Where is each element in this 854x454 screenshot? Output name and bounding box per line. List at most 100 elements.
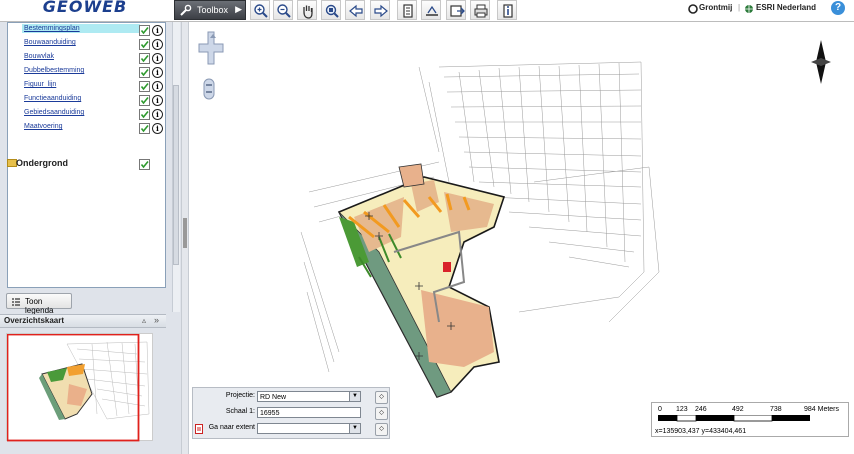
scale-bar: 0 123 246 492 738 984 Meters x=135903,437 y=4…: [651, 402, 849, 437]
layer-item-dubbelbestemming[interactable]: Dubbelbestemming: [24, 67, 84, 74]
help-button[interactable]: ?: [831, 1, 845, 15]
check-icon: [140, 54, 149, 63]
scale-apply-button[interactable]: ◇: [375, 407, 388, 420]
layer-checkbox[interactable]: [139, 95, 150, 106]
measure-icon: [426, 5, 438, 16]
diamond-icon: ◇: [379, 394, 384, 400]
plan-area: [337, 163, 506, 398]
layer-checkbox[interactable]: [139, 81, 150, 92]
layer-checkbox[interactable]: [139, 123, 150, 134]
extent-select[interactable]: ▼: [257, 423, 361, 434]
check-icon: [140, 82, 149, 91]
layer-item-gebiedsaanduiding[interactable]: Gebiedsaanduiding: [24, 109, 84, 116]
layer-checkbox[interactable]: [139, 109, 150, 120]
geoweb-logo: GEOWEB: [42, 0, 128, 16]
overview-map[interactable]: [6, 333, 153, 442]
next-extent-button[interactable]: [370, 0, 390, 20]
info-icon[interactable]: i: [152, 109, 163, 120]
measure-button[interactable]: [421, 0, 441, 20]
scale-label: Schaal 1:: [225, 408, 255, 415]
layer-item-bouwaanduiding[interactable]: Bouwaanduiding: [24, 39, 76, 46]
check-icon: [140, 160, 149, 169]
map-settings-form: Projectie: RD New ▼ ◇ Schaal 1: 16955 ◇ …: [192, 387, 390, 439]
layer-checkbox[interactable]: [139, 53, 150, 64]
check-icon: [140, 26, 149, 35]
layer-group-ondergrond[interactable]: Ondergrond: [16, 158, 68, 168]
north-arrow-icon: [811, 40, 831, 84]
chevron-down-icon: ▼: [349, 392, 360, 401]
check-icon: [140, 40, 149, 49]
zoom-out-icon: [277, 4, 291, 18]
info-icon[interactable]: i: [152, 81, 163, 92]
export-button[interactable]: [446, 0, 466, 20]
zoom-in-icon: [254, 4, 268, 18]
identify-icon: [403, 4, 413, 18]
forward-arrow-icon: [374, 4, 388, 18]
toolbox-button[interactable]: Toolbox ▶: [174, 0, 246, 20]
wrench-icon: [180, 4, 192, 16]
zoom-in-button[interactable]: [250, 0, 270, 20]
projection-label: Projectie:: [225, 392, 255, 399]
collapse-icon[interactable]: ▵: [142, 316, 146, 325]
scale-label-0: 0: [658, 406, 662, 413]
info-icon: [503, 4, 513, 18]
projection-select[interactable]: RD New ▼: [257, 391, 361, 402]
scale-label-4: 738: [770, 406, 782, 413]
pan-button[interactable]: [297, 0, 317, 20]
top-toolbar: GEOWEB Toolbox ▶ Grontmij | ESRI Nederla…: [0, 0, 854, 22]
info-button[interactable]: [497, 0, 517, 20]
overview-title: Overzichtskaart: [4, 316, 65, 325]
show-legend-button[interactable]: Toon legenda: [6, 293, 72, 315]
esri-brand: ESRI Nederland: [756, 3, 817, 12]
back-arrow-icon: [349, 4, 363, 18]
zoom-extent-button[interactable]: [321, 0, 341, 20]
info-icon[interactable]: i: [152, 67, 163, 78]
zoom-out-button[interactable]: [273, 0, 293, 20]
extent-apply-button[interactable]: ◇: [375, 423, 388, 436]
scale-label-3: 492: [732, 406, 744, 413]
info-icon[interactable]: i: [152, 53, 163, 64]
info-icon[interactable]: i: [152, 95, 163, 106]
info-icon[interactable]: i: [152, 25, 163, 36]
zoom-extent-icon: [325, 4, 339, 18]
identify-button[interactable]: [397, 0, 417, 20]
chevron-right-icon: ▶: [235, 4, 242, 14]
info-icon[interactable]: i: [152, 123, 163, 134]
check-icon: [140, 110, 149, 119]
scale-label-2: 246: [695, 406, 707, 413]
expand-right-icon[interactable]: »: [154, 315, 159, 325]
layer-item-figuur-lijn[interactable]: Figuur_lijn: [24, 81, 56, 88]
projection-apply-button[interactable]: ◇: [375, 391, 388, 404]
layer-checkbox[interactable]: [139, 67, 150, 78]
layer-checkbox[interactable]: [139, 39, 150, 50]
show-legend-label: Toon legenda: [25, 297, 54, 315]
diamond-icon: ◇: [379, 426, 384, 432]
chevron-down-icon: ▼: [349, 424, 360, 433]
esri-globe-icon: [745, 5, 753, 13]
info-icon[interactable]: i: [152, 39, 163, 50]
check-icon: [140, 68, 149, 77]
brand-divider: |: [738, 3, 741, 12]
scrollbar-thumb[interactable]: [173, 85, 179, 265]
scale-label-5: 984 Meters: [804, 406, 840, 413]
zoom-slider[interactable]: [203, 78, 215, 100]
projection-value: RD New: [260, 394, 287, 401]
layer-item-maatvoering[interactable]: Maatvoering: [24, 123, 63, 130]
scale-input[interactable]: 16955: [257, 407, 361, 418]
scale-bar-graphic: [658, 415, 810, 422]
layer-item-functieaanduiding[interactable]: Functieaanduiding: [24, 95, 81, 102]
ondergrond-checkbox[interactable]: [139, 159, 150, 170]
previous-extent-button[interactable]: [345, 0, 365, 20]
help-icon: ?: [834, 2, 842, 13]
layer-checkbox[interactable]: [139, 25, 150, 36]
coordinate-readout: x=135903,437 y=433404,461: [655, 428, 747, 435]
scale-value: 16955: [260, 410, 280, 417]
pan-control[interactable]: [198, 31, 224, 65]
print-button[interactable]: [470, 0, 490, 20]
check-icon: [140, 124, 149, 133]
check-icon: [140, 96, 149, 105]
splitter-handle[interactable]: [183, 218, 187, 248]
overview-header: Overzichtskaart ▵ »: [0, 314, 166, 328]
layer-item-bestemmingsplan[interactable]: Bestemmingsplan: [24, 25, 80, 32]
layer-item-bouwvlak[interactable]: Bouwvlak: [24, 53, 54, 60]
